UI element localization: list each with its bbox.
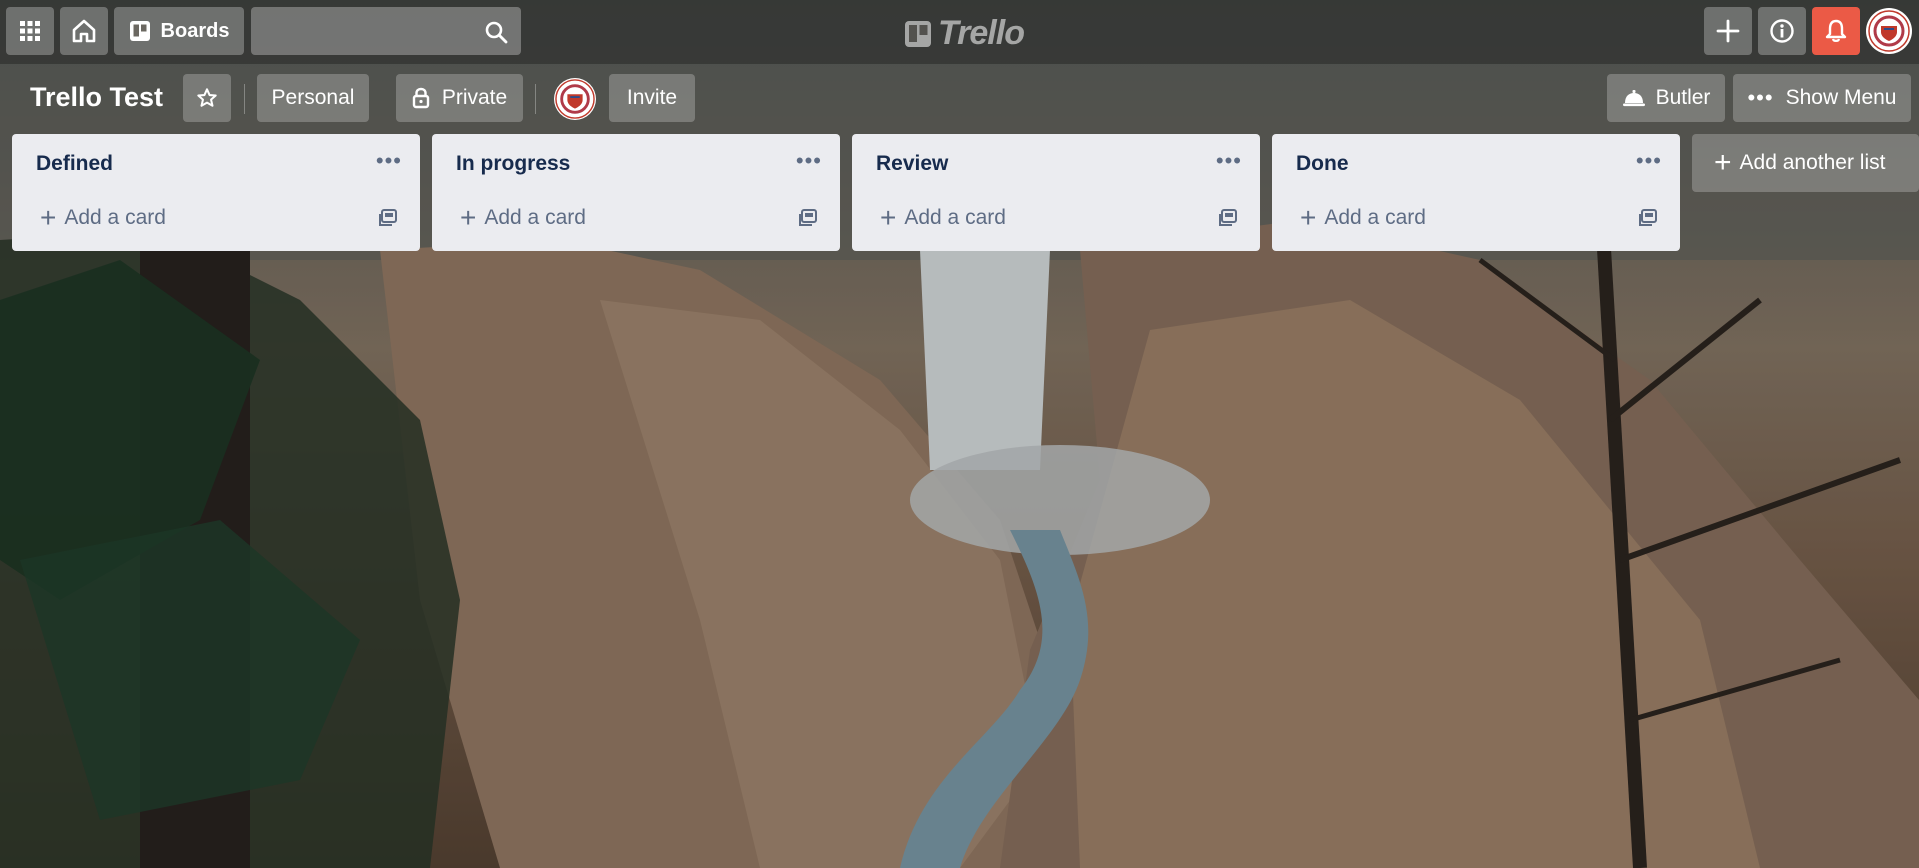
list-title[interactable]: In progress xyxy=(456,152,570,176)
list-column: Defined ••• + Add a card xyxy=(12,134,420,251)
list-column: Done ••• + Add a card xyxy=(1272,134,1680,251)
add-list-button[interactable]: + Add another list xyxy=(1692,134,1919,192)
search-input[interactable] xyxy=(251,7,521,55)
add-card-label: Add a card xyxy=(1324,206,1426,229)
privacy-button[interactable]: Private xyxy=(396,74,523,122)
user-avatar[interactable] xyxy=(1866,8,1912,54)
trello-logo-icon xyxy=(905,20,931,47)
info-button[interactable] xyxy=(1758,7,1806,55)
card-template-icon[interactable] xyxy=(378,208,398,228)
notifications-button[interactable] xyxy=(1812,7,1860,55)
butler-bell-icon xyxy=(1622,90,1645,107)
team-visibility-button[interactable]: Personal xyxy=(257,74,369,122)
add-card-button[interactable]: + Add a card xyxy=(460,202,586,233)
butler-button[interactable]: Butler xyxy=(1607,74,1725,122)
create-button[interactable] xyxy=(1704,7,1752,55)
home-button[interactable] xyxy=(60,7,108,55)
card-template-icon[interactable] xyxy=(798,208,818,228)
star-icon xyxy=(197,88,217,107)
plus-icon: + xyxy=(40,202,57,233)
lock-icon xyxy=(412,87,430,109)
apps-button[interactable] xyxy=(6,7,54,55)
add-card-label: Add a card xyxy=(904,206,1006,229)
info-icon xyxy=(1770,19,1794,43)
grid-icon xyxy=(20,21,40,41)
show-menu-label: Show Menu xyxy=(1785,86,1897,109)
add-card-button[interactable]: + Add a card xyxy=(1300,202,1426,233)
list-menu-icon[interactable]: ••• xyxy=(1216,148,1242,174)
avatar-image xyxy=(1868,10,1910,52)
plus-icon: + xyxy=(460,202,477,233)
add-card-label: Add a card xyxy=(64,206,166,229)
more-icon: ••• xyxy=(1747,85,1774,110)
add-card-button[interactable]: + Add a card xyxy=(40,202,166,233)
board-background xyxy=(0,0,1919,868)
list-title[interactable]: Done xyxy=(1296,152,1349,176)
list-menu-icon[interactable]: ••• xyxy=(376,148,402,174)
invite-label: Invite xyxy=(626,86,678,109)
butler-label: Butler xyxy=(1655,86,1711,109)
board-title[interactable]: Trello Test xyxy=(30,82,163,113)
plus-icon: + xyxy=(1714,146,1732,179)
boards-label: Boards xyxy=(160,19,230,42)
list-menu-icon[interactable]: ••• xyxy=(1636,148,1662,174)
list-menu-icon[interactable]: ••• xyxy=(796,148,822,174)
avatar-image xyxy=(555,79,595,119)
plus-icon: + xyxy=(880,202,897,233)
star-button[interactable] xyxy=(183,74,231,122)
list-column: Review ••• + Add a card xyxy=(852,134,1260,251)
top-header: Boards Trello xyxy=(0,0,1919,64)
search-icon[interactable] xyxy=(484,20,508,44)
list-title[interactable]: Defined xyxy=(36,152,113,176)
list-title[interactable]: Review xyxy=(876,152,948,176)
privacy-label: Private xyxy=(441,86,508,109)
add-card-button[interactable]: + Add a card xyxy=(880,202,1006,233)
divider xyxy=(535,84,536,114)
card-template-icon[interactable] xyxy=(1638,208,1658,228)
plus-icon: + xyxy=(1300,202,1317,233)
plus-icon xyxy=(1716,19,1740,43)
show-menu-button[interactable]: ••• Show Menu xyxy=(1733,74,1911,122)
team-visibility-label: Personal xyxy=(271,86,355,109)
member-avatar[interactable] xyxy=(554,78,596,120)
list-column: In progress ••• + Add a card xyxy=(432,134,840,251)
trello-logo[interactable]: Trello xyxy=(904,14,1025,53)
boards-icon xyxy=(129,21,150,41)
invite-button[interactable]: Invite xyxy=(609,74,695,122)
add-list-label: Add another list xyxy=(1739,151,1886,174)
add-card-label: Add a card xyxy=(484,206,586,229)
logo-text: Trello xyxy=(938,14,1025,52)
divider xyxy=(244,84,245,114)
card-template-icon[interactable] xyxy=(1218,208,1238,228)
home-icon xyxy=(72,19,96,43)
bell-icon xyxy=(1825,19,1847,42)
boards-button[interactable]: Boards xyxy=(114,7,244,55)
